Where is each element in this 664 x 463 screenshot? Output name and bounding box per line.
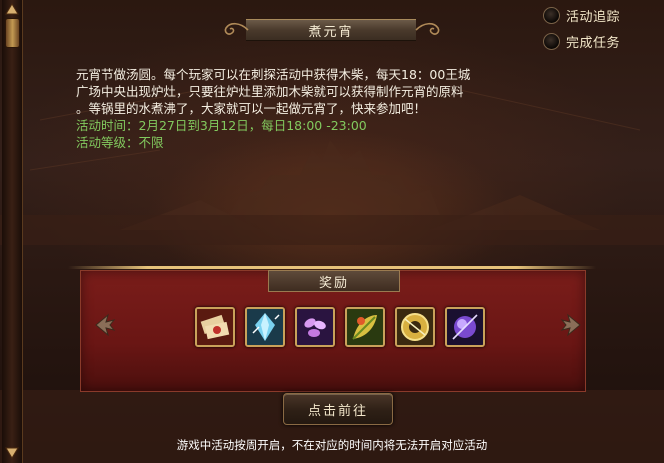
- description-line: 元宵节做汤圆。每个玩家可以在刺探活动中获得木柴，每天18：00王城: [76, 67, 471, 82]
- reward-divider: [68, 266, 596, 269]
- description-line: 。等锅里的水煮沸了，大家就可以一起做元宵了，快来参加吧！: [76, 101, 427, 116]
- reward-item-purple-petals[interactable]: [295, 307, 335, 347]
- event-description: 元宵节做汤圆。每个玩家可以在刺探活动中获得木柴，每天18：00王城 广场中央出现…: [76, 66, 596, 151]
- go-to-event-button[interactable]: 点击前往: [283, 393, 393, 425]
- complete-task-checkbox[interactable]: [543, 33, 560, 50]
- reward-item-purple-orb[interactable]: [445, 307, 485, 347]
- event-level: 活动等级：不限: [76, 135, 164, 150]
- footer-note: 游戏中活动按周开启，不在对应的时间内将无法开启对应活动: [176, 438, 488, 452]
- scroll-thumb[interactable]: [5, 18, 20, 48]
- reward-item-blue-crystal[interactable]: [245, 307, 285, 347]
- reward-item-scroll-ticket[interactable]: [195, 307, 235, 347]
- vertical-scrollbar[interactable]: [2, 0, 23, 463]
- reward-next-arrow-icon[interactable]: [558, 312, 584, 338]
- purple-orb-icon: [447, 309, 483, 345]
- purple-petals-icon: [297, 309, 333, 345]
- right-ornament-icon: [415, 22, 440, 35]
- complete-task-label: 完成任务: [566, 36, 621, 51]
- reward-item-golden-leaf[interactable]: [345, 307, 385, 347]
- activity-tracking-label: 活动追踪: [566, 10, 621, 25]
- reward-prev-arrow-icon[interactable]: [92, 312, 118, 338]
- event-title-banner: 煮元宵: [246, 17, 416, 43]
- complete-task-toggle[interactable]: 完成任务: [543, 32, 620, 51]
- reward-item-jade-coin[interactable]: [395, 307, 435, 347]
- activity-tracking-checkbox[interactable]: [543, 7, 560, 24]
- scroll-up-arrow-icon[interactable]: [4, 2, 20, 16]
- description-line: 广场中央出现炉灶，只要往炉灶里添加木柴就可以获得制作元宵的原料: [76, 84, 464, 99]
- blue-crystal-icon: [247, 309, 283, 345]
- event-window: 活动追踪 完成任务 煮元宵 元宵节做汤圆。每个玩家可以在刺探活动中获得木柴，每天…: [0, 0, 664, 463]
- activity-tracking-toggle[interactable]: 活动追踪: [543, 6, 620, 25]
- reward-title-banner: 奖励: [268, 270, 400, 292]
- jade-coin-icon: [397, 309, 433, 345]
- event-title: 煮元宵: [308, 24, 354, 40]
- event-time: 活动时间：2月27日到3月12日，每日18:00 -23:00: [76, 118, 367, 133]
- reward-title: 奖励: [318, 275, 349, 291]
- scroll-ticket-icon: [197, 309, 233, 345]
- left-ornament-icon: [224, 22, 249, 35]
- golden-leaf-icon: [347, 309, 383, 345]
